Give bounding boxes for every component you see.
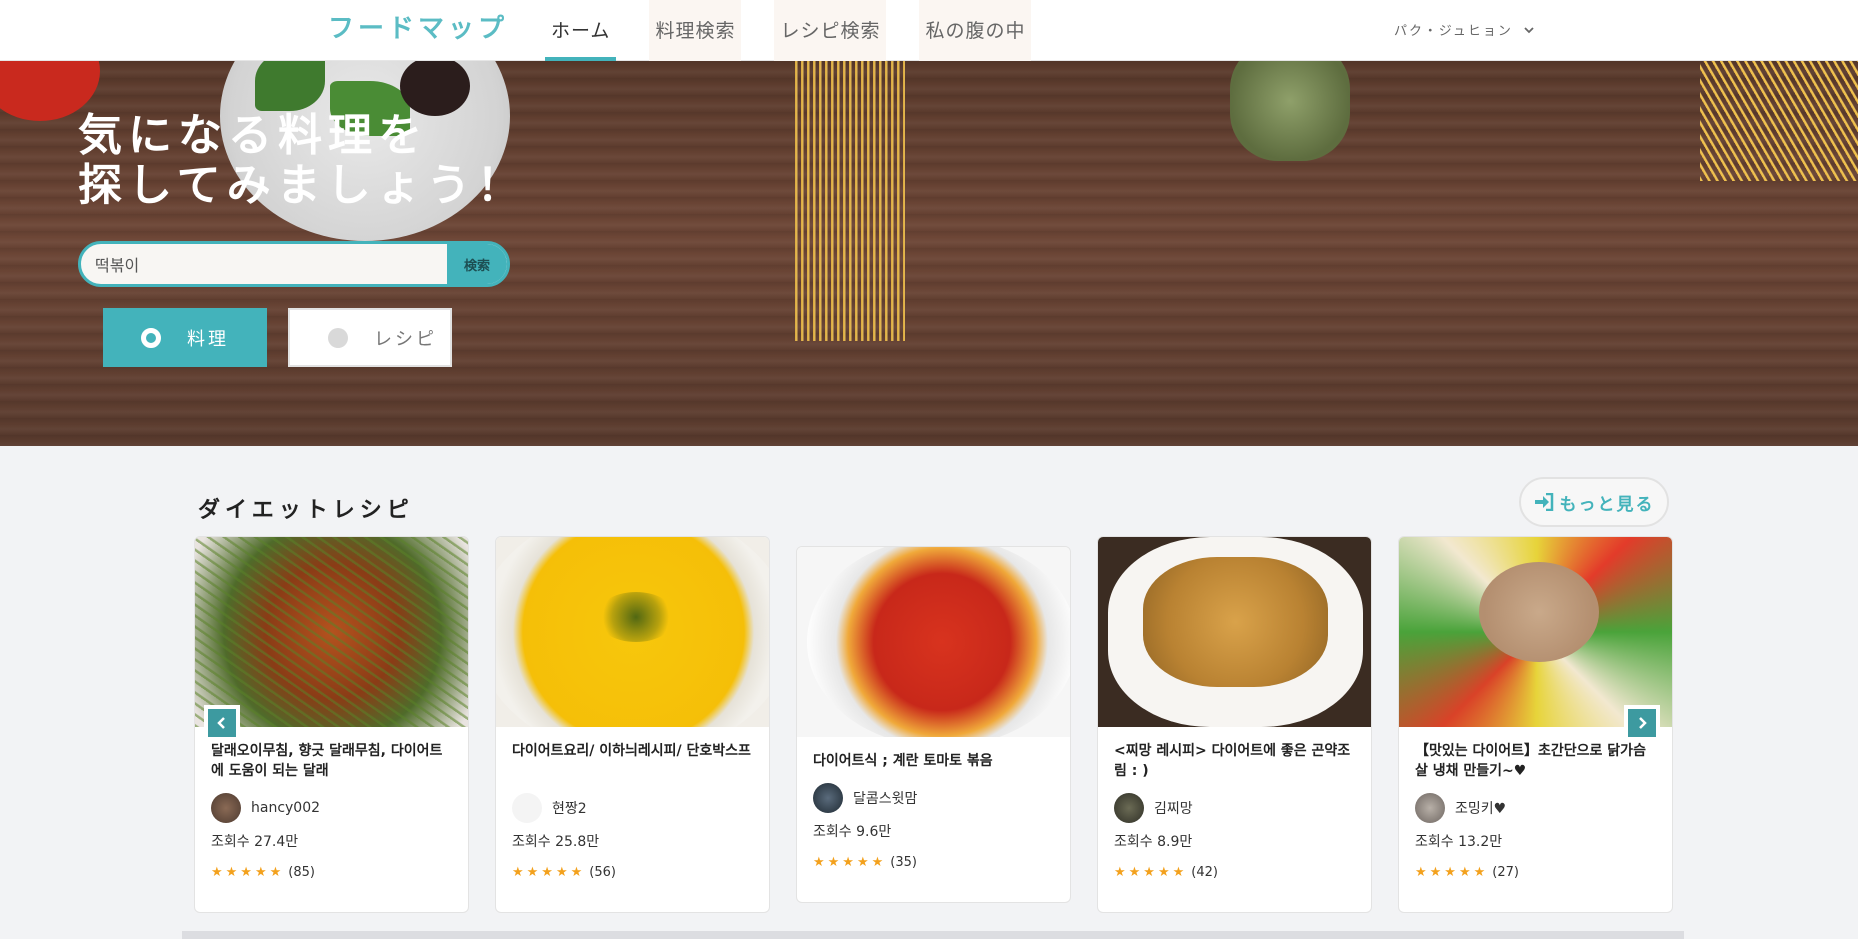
hero-title-line1: 気になる料理を [78,110,428,161]
rating: ★★★★★ (42) [1114,865,1355,880]
star-rating-icon: ★★★★★ [512,865,586,880]
rating-count: (42) [1191,865,1218,880]
carousel-next-button[interactable] [1624,705,1660,741]
sign-in-icon [1534,493,1553,511]
rating-count: (85) [288,865,315,880]
radio-recipe-label: レシピ [374,328,437,350]
hero-title: 気になる料理を 探してみましょう！ [78,111,527,211]
avatar [211,793,241,823]
recipe-title: 【맛있는 다이어트】초간단으로 닭가슴살 냉채 만들기~♥ [1415,743,1646,779]
radio-recipe[interactable]: レシピ [288,308,452,367]
main-nav: ホーム 料理検索 レシピ検索 私の腹の中 [545,0,1064,61]
rating-count: (27) [1492,865,1519,880]
author-name: 김찌망 [1154,801,1193,817]
section-title: ダイエットレシピ [198,498,414,523]
radio-selected-icon [141,327,161,348]
star-rating-icon: ★★★★★ [1415,865,1489,880]
radio-unselected-icon [328,327,348,348]
hero-title-line2: 探してみましょう！ [78,160,527,211]
recipe-card[interactable]: 다이어트식 ; 계란 토마토 볶음 달콤스윗맘 조회수 9.6만 ★★★★★ (… [796,546,1071,903]
nav-recipe-search[interactable]: レシピ検索 [774,0,887,61]
radio-dish-label: 料理 [187,328,229,350]
recipe-title: <찌망 레시피> 다이어트에 좋은 곤약조림 : ) [1114,743,1351,779]
user-menu[interactable]: パク・ジュヒョン [1394,20,1535,39]
next-section-edge [182,931,1684,939]
search-box: 検索 [78,241,510,287]
rating: ★★★★★ (85) [211,865,452,880]
author-name: 달콤스윗맘 [853,791,918,807]
author-name: 조밍키♥ [1455,801,1507,817]
rating: ★★★★★ (35) [813,855,1054,870]
avatar [1114,793,1144,823]
nav-home[interactable]: ホーム [545,0,617,61]
vegetable-decoration [1230,61,1350,161]
chevron-down-icon [1524,26,1534,33]
view-count: 조회수 9.6만 [813,824,892,840]
author-name: 현짱2 [552,801,587,817]
spaghetti-decoration [795,61,905,341]
user-name: パク・ジュヒョン [1394,24,1513,39]
star-rating-icon: ★★★★★ [1114,865,1188,880]
nav-my-stomach[interactable]: 私の腹の中 [919,0,1032,61]
chevron-right-icon [1639,717,1647,729]
nav-dish-search[interactable]: 料理検索 [649,0,742,61]
radio-dish[interactable]: 料理 [103,308,267,367]
view-count: 조회수 8.9만 [1114,834,1193,850]
author-name: hancy002 [251,800,321,816]
recipe-image [797,547,1070,737]
see-more-label: もっと見る [1559,494,1655,515]
recipe-image [195,537,468,727]
star-rating-icon: ★★★★★ [813,855,887,870]
rating-count: (35) [890,855,917,870]
recipe-image [496,537,769,727]
recipe-image [1399,537,1672,727]
view-count: 조회수 25.8만 [512,834,600,850]
avatar [1415,793,1445,823]
rating: ★★★★★ (56) [512,865,753,880]
recipe-card[interactable]: 다이어트요리/ 이하늬레시피/ 단호박스프 현짱2 조회수 25.8만 ★★★★… [495,536,770,913]
recipe-card[interactable]: <찌망 레시피> 다이어트에 좋은 곤약조림 : ) 김찌망 조회수 8.9만 … [1097,536,1372,913]
recipe-title: 다이어트식 ; 계란 토마토 볶음 [813,753,993,769]
carousel-prev-button[interactable] [204,705,240,741]
search-button[interactable]: 検索 [447,244,507,284]
site-logo[interactable]: フードマップ [328,8,508,45]
search-input[interactable] [95,244,415,284]
star-rating-icon: ★★★★★ [211,865,285,880]
view-count: 조회수 13.2만 [1415,834,1503,850]
recipe-image [1098,537,1371,727]
top-header: フードマップ ホーム 料理検索 レシピ検索 私の腹の中 パク・ジュヒョン [0,0,1858,61]
recipe-title: 다이어트요리/ 이하늬레시피/ 단호박스프 [512,743,751,759]
recipe-title: 달래오이무침, 향긋 달래무침, 다이어트에 도움이 되는 달래 [211,743,443,779]
spaghetti-decoration [1700,61,1858,181]
rating-count: (56) [589,865,616,880]
view-count: 조회수 27.4만 [211,834,299,850]
rating: ★★★★★ (27) [1415,865,1656,880]
avatar [512,793,542,823]
avatar [813,783,843,813]
see-more-button[interactable]: もっと見る [1519,477,1669,527]
chevron-left-icon [217,717,225,729]
